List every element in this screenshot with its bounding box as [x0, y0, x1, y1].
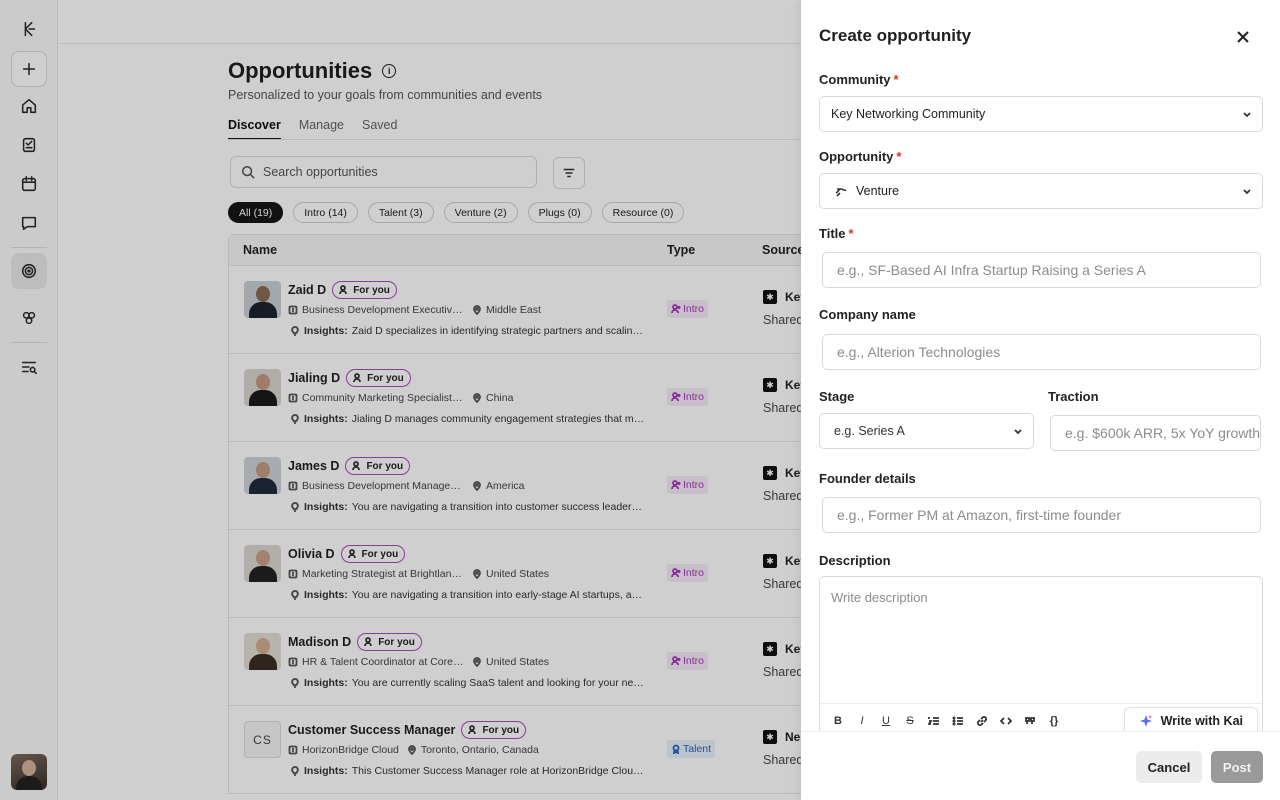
drawer-footer: Cancel Post: [801, 731, 1280, 800]
company-name-input[interactable]: e.g., Alterion Technologies: [822, 334, 1261, 370]
opportunity-label-text: Opportunity: [819, 149, 894, 164]
post-button[interactable]: Post: [1211, 751, 1263, 783]
description-editor[interactable]: Write description B I U S {} Write with …: [819, 576, 1263, 736]
cancel-button[interactable]: Cancel: [1136, 751, 1202, 783]
community-label-text: Community: [819, 72, 891, 87]
founder-details-input[interactable]: e.g., Former PM at Amazon, first-time fo…: [822, 497, 1261, 533]
title-label: Title *: [819, 226, 854, 241]
quote-icon[interactable]: [1022, 713, 1038, 729]
description-placeholder: Write description: [831, 590, 928, 605]
drawer-title: Create opportunity: [819, 26, 972, 45]
traction-label: Traction: [1048, 389, 1099, 404]
traction-input[interactable]: e.g. $600k ARR, 5x YoY growth: [1050, 415, 1261, 451]
stage-select[interactable]: e.g. Series A: [819, 413, 1034, 449]
kai-label: Write with Kai: [1160, 714, 1243, 728]
opportunity-value: Venture: [856, 184, 900, 198]
strikethrough-icon[interactable]: S: [902, 713, 918, 729]
community-value: Key Networking Community: [831, 107, 986, 121]
link-icon[interactable]: [974, 713, 990, 729]
community-label: Community *: [819, 72, 899, 87]
venture-icon: [834, 184, 848, 198]
title-label-text: Title: [819, 226, 846, 241]
description-label: Description: [819, 553, 891, 568]
create-opportunity-drawer: Create opportunity Community * Key Networ…: [801, 0, 1280, 800]
underline-icon[interactable]: U: [878, 713, 894, 729]
opportunity-select[interactable]: Venture: [819, 173, 1263, 209]
kai-sparkle-icon: [1139, 715, 1152, 727]
title-placeholder: e.g., SF-Based AI Infra Startup Raising …: [837, 262, 1146, 278]
ordered-list-icon[interactable]: [926, 713, 942, 729]
stage-placeholder: e.g. Series A: [834, 424, 905, 438]
founder-placeholder: e.g., Former PM at Amazon, first-time fo…: [837, 507, 1121, 523]
modal-backdrop[interactable]: [0, 0, 801, 800]
chevron-down-icon: [1242, 109, 1252, 119]
required-marker: *: [896, 149, 902, 164]
required-marker: *: [893, 72, 899, 87]
opportunity-label: Opportunity *: [819, 149, 901, 164]
title-input[interactable]: e.g., SF-Based AI Infra Startup Raising …: [822, 252, 1261, 288]
close-icon[interactable]: [1231, 25, 1255, 49]
company-name-label: Company name: [819, 307, 916, 322]
chevron-down-icon: [1242, 186, 1252, 196]
code-block-icon[interactable]: {}: [1046, 713, 1062, 729]
traction-placeholder: e.g. $600k ARR, 5x YoY growth: [1065, 425, 1260, 441]
chevron-down-icon: [1013, 426, 1023, 436]
bullet-list-icon[interactable]: [950, 713, 966, 729]
founder-details-label: Founder details: [819, 471, 916, 486]
stage-label: Stage: [819, 389, 855, 404]
code-icon[interactable]: [998, 713, 1014, 729]
community-select[interactable]: Key Networking Community: [819, 96, 1263, 132]
italic-icon[interactable]: I: [854, 713, 870, 729]
bold-icon[interactable]: B: [830, 713, 846, 729]
required-marker: *: [848, 226, 854, 241]
company-placeholder: e.g., Alterion Technologies: [837, 344, 1001, 360]
